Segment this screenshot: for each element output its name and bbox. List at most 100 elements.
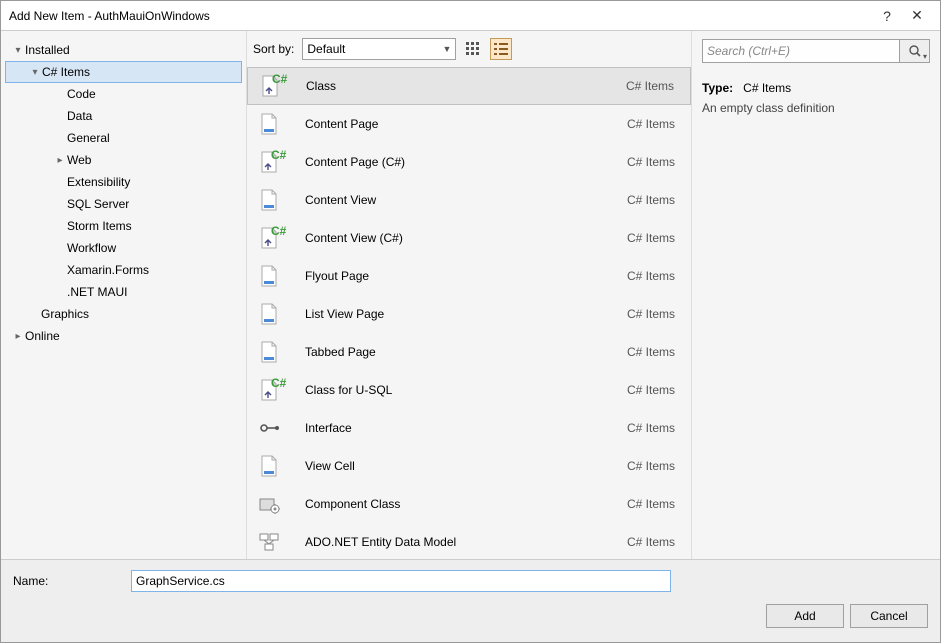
tree-item-label: Code — [67, 87, 96, 101]
toolbar: Sort by: Default ▼ — [247, 31, 691, 67]
name-input[interactable] — [131, 570, 671, 592]
template-panel: Sort by: Default ▼ C#ClassC# It — [246, 31, 692, 559]
page-icon — [257, 454, 281, 478]
expander-icon[interactable]: ▾ — [28, 67, 42, 78]
csharp-icon: C# — [257, 150, 281, 174]
template-item[interactable]: List View PageC# Items — [247, 295, 691, 333]
search-row: ▾ — [702, 39, 930, 63]
type-label: Type: — [702, 81, 733, 95]
component-icon — [257, 492, 281, 516]
template-item[interactable]: C#ClassC# Items — [247, 67, 691, 105]
csharp-icon: C# — [257, 226, 281, 250]
expander-icon[interactable]: ▸ — [11, 331, 25, 342]
template-category: C# Items — [627, 459, 681, 473]
search-input[interactable] — [702, 39, 900, 63]
list-icon — [494, 42, 508, 56]
tree-item-label: General — [67, 131, 110, 145]
grid-icon — [466, 42, 480, 56]
tree-item-label: C# Items — [42, 65, 90, 79]
template-category: C# Items — [627, 155, 681, 169]
tree-item-label: Installed — [25, 43, 70, 57]
expander-icon[interactable]: ▸ — [53, 155, 67, 166]
sort-value: Default — [307, 42, 345, 56]
template-item[interactable]: Interface C# Items — [247, 409, 691, 447]
template-label: Component Class — [301, 497, 607, 511]
tree-item[interactable]: ▸Web — [5, 149, 242, 171]
tree-item[interactable]: Storm Items — [5, 215, 242, 237]
sort-dropdown[interactable]: Default ▼ — [302, 38, 456, 60]
tree-item[interactable]: Code — [5, 83, 242, 105]
tree-item-label: Graphics — [41, 307, 89, 321]
template-category: C# Items — [627, 535, 681, 549]
template-item[interactable]: Tabbed PageC# Items — [247, 333, 691, 371]
tree-item[interactable]: Xamarin.Forms — [5, 259, 242, 281]
type-value: C# Items — [743, 81, 791, 95]
expander-icon[interactable]: ▾ — [11, 45, 25, 56]
template-label: Tabbed Page — [301, 345, 607, 359]
close-button[interactable]: ✕ — [902, 1, 932, 31]
template-category: C# Items — [627, 117, 681, 131]
template-label: Content View — [301, 193, 607, 207]
template-item[interactable]: C# Content Page (C#) C# Items — [247, 143, 691, 181]
tree-item-label: Storm Items — [67, 219, 132, 233]
page-icon — [257, 302, 281, 326]
template-category: C# Items — [627, 497, 681, 511]
view-grid-button[interactable] — [462, 38, 484, 60]
template-list: C#ClassC# ItemsContent PageC# ItemsC#Con… — [247, 67, 691, 559]
svg-text:C#: C# — [272, 72, 288, 86]
page-icon — [257, 188, 281, 212]
description-text: An empty class definition — [702, 101, 930, 115]
tree-item[interactable]: Extensibility — [5, 171, 242, 193]
csharp-icon: C# — [257, 378, 281, 402]
footer: Name: Add Cancel — [1, 559, 940, 642]
tree-item[interactable]: Workflow — [5, 237, 242, 259]
category-tree: ▾Installed▾C# ItemsCodeDataGeneral▸WebEx… — [1, 31, 246, 559]
template-category: C# Items — [627, 231, 681, 245]
template-item[interactable]: Content PageC# Items — [247, 105, 691, 143]
add-button[interactable]: Add — [766, 604, 844, 628]
tree-item[interactable]: General — [5, 127, 242, 149]
template-label: Interface — [301, 421, 607, 435]
tree-item[interactable]: SQL Server — [5, 193, 242, 215]
view-list-button[interactable] — [490, 38, 512, 60]
sort-label: Sort by: — [253, 42, 294, 56]
template-item[interactable]: Content ViewC# Items — [247, 181, 691, 219]
help-button[interactable]: ? — [872, 1, 902, 31]
tree-item-label: SQL Server — [67, 197, 129, 211]
page-icon — [257, 112, 281, 136]
template-item[interactable]: View CellC# Items — [247, 447, 691, 485]
cancel-button[interactable]: Cancel — [850, 604, 928, 628]
template-item[interactable]: C# Class for U-SQL C# Items — [247, 371, 691, 409]
name-label: Name: — [13, 574, 123, 588]
template-label: Class for U-SQL — [301, 383, 607, 397]
tree-item[interactable]: Data — [5, 105, 242, 127]
tree-item[interactable]: Graphics — [5, 303, 242, 325]
page-icon — [257, 264, 281, 288]
template-category: C# Items — [626, 79, 680, 93]
svg-text:C#: C# — [271, 224, 287, 238]
template-category: C# Items — [627, 383, 681, 397]
tree-item-label: Extensibility — [67, 175, 130, 189]
csharp-icon: C# — [258, 74, 282, 98]
search-icon — [909, 45, 921, 57]
template-item[interactable]: ADO.NET Entity Data Model C# Items — [247, 523, 691, 559]
template-category: C# Items — [627, 421, 681, 435]
template-label: ADO.NET Entity Data Model — [301, 535, 607, 549]
tree-item[interactable]: ▾Installed — [5, 39, 242, 61]
tree-item[interactable]: ▾C# Items — [5, 61, 242, 83]
template-category: C# Items — [627, 307, 681, 321]
tree-item-label: Web — [67, 153, 91, 167]
template-item[interactable]: C#Content View (C#)C# Items — [247, 219, 691, 257]
search-button[interactable]: ▾ — [900, 39, 930, 63]
tree-item[interactable]: ▸Online — [5, 325, 242, 347]
tree-item-label: .NET MAUI — [67, 285, 127, 299]
tree-item[interactable]: .NET MAUI — [5, 281, 242, 303]
chevron-down-icon: ▼ — [442, 44, 451, 54]
template-label: Content Page (C#) — [301, 155, 607, 169]
button-row: Add Cancel — [13, 604, 928, 628]
window-title: Add New Item - AuthMauiOnWindows — [9, 9, 872, 23]
template-item[interactable]: Component Class C# Items — [247, 485, 691, 523]
template-item[interactable]: Flyout PageC# Items — [247, 257, 691, 295]
template-label: Flyout Page — [301, 269, 607, 283]
entity-icon — [257, 530, 281, 554]
